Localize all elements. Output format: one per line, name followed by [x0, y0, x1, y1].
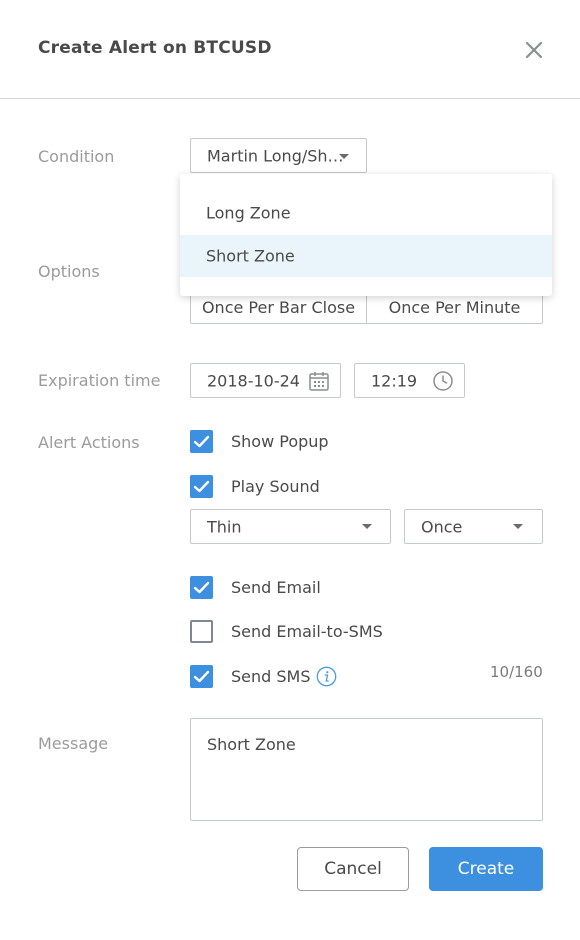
create-button[interactable]: Create	[429, 847, 543, 891]
options-label: Options	[38, 262, 100, 281]
dialog-header: Create Alert on BTCUSD	[0, 0, 580, 99]
dialog-title: Create Alert on BTCUSD	[38, 38, 272, 58]
show-popup-label: Show Popup	[231, 432, 329, 451]
send-sms-label: Send SMS	[231, 667, 311, 686]
play-sound-checkbox[interactable]	[190, 475, 213, 498]
message-label: Message	[38, 734, 109, 753]
close-icon[interactable]	[521, 37, 547, 63]
expiration-time-input[interactable]: 12:19	[354, 363, 465, 398]
send-email-checkbox[interactable]	[190, 576, 213, 599]
send-sms-checkbox[interactable]	[190, 665, 213, 688]
dropdown-item-label: Short Zone	[206, 246, 295, 266]
sound-name-select[interactable]: Thin	[190, 509, 391, 544]
sound-name-value: Thin	[207, 517, 242, 536]
condition-label: Condition	[38, 147, 115, 166]
message-textarea[interactable]: Short Zone	[190, 718, 543, 821]
expiration-date-input[interactable]: 2018-10-24	[190, 363, 341, 398]
play-sound-label: Play Sound	[231, 477, 320, 496]
condition-select-value: Martin Long/Sh…	[207, 146, 344, 165]
show-popup-checkbox[interactable]	[190, 430, 213, 453]
send-email-label: Send Email	[231, 578, 321, 597]
sound-repeat-value: Once	[421, 517, 463, 536]
send-email-to-sms-checkbox[interactable]	[190, 620, 213, 643]
chevron-down-icon	[513, 524, 523, 529]
alert-actions-label: Alert Actions	[38, 433, 140, 452]
message-value: Short Zone	[207, 735, 296, 754]
info-icon[interactable]	[316, 666, 337, 687]
send-email-to-sms-label: Send Email-to-SMS	[231, 622, 383, 641]
expiration-label: Expiration time	[38, 371, 161, 390]
chevron-down-icon	[339, 154, 349, 159]
condition-select[interactable]: Martin Long/Sh…	[190, 138, 367, 173]
calendar-icon[interactable]	[308, 370, 330, 392]
sms-character-counter: 10/160	[490, 663, 543, 681]
cancel-button[interactable]: Cancel	[297, 847, 409, 891]
dropdown-item-long-zone[interactable]: Long Zone	[180, 192, 552, 234]
checkmark-icon	[193, 480, 210, 493]
checkmark-icon	[193, 435, 210, 448]
dropdown-item-label: Long Zone	[206, 203, 291, 223]
clock-icon[interactable]	[432, 370, 454, 392]
expiration-date-value: 2018-10-24	[207, 371, 300, 390]
create-alert-dialog: Create Alert on BTCUSD Condition Martin …	[0, 0, 580, 940]
sound-repeat-select[interactable]: Once	[404, 509, 543, 544]
checkmark-icon	[193, 581, 210, 594]
chevron-down-icon	[362, 524, 372, 529]
condition-dropdown-menu: Long Zone Short Zone	[180, 174, 552, 296]
dropdown-item-short-zone[interactable]: Short Zone	[180, 235, 552, 277]
checkmark-icon	[193, 670, 210, 683]
expiration-time-value: 12:19	[371, 371, 418, 390]
